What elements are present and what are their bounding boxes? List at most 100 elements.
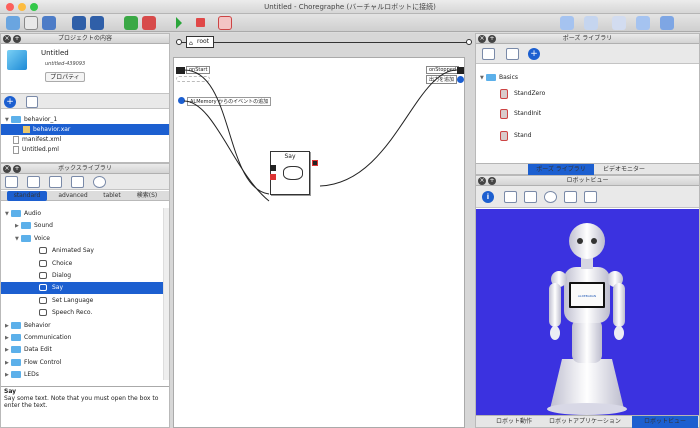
library-item[interactable]: Say — [1, 282, 163, 295]
root-breadcrumb[interactable]: ⌂ root — [186, 36, 214, 48]
box-icon — [39, 272, 47, 279]
float-panel-icon[interactable]: + — [488, 35, 496, 43]
library-item-label: Set Language — [52, 296, 94, 304]
close-panel-icon[interactable]: × — [3, 165, 11, 173]
robot-3d-viewport[interactable]: ALDEBARAN — [476, 209, 699, 417]
save-icon[interactable] — [42, 16, 56, 30]
settings-icon[interactable] — [660, 16, 674, 30]
speech-bubble-icon — [283, 166, 303, 180]
library-item[interactable]: Speech Reco. — [1, 307, 163, 319]
folder-icon — [11, 358, 21, 366]
float-panel-icon[interactable]: + — [488, 177, 496, 185]
tab-advanced[interactable]: advanced — [53, 191, 93, 201]
library-item-label: Choice — [52, 259, 73, 267]
library-item[interactable]: ▶ Data Edit — [1, 344, 163, 356]
library-item[interactable]: ▶ LEDs — [1, 369, 163, 381]
wake-up-icon[interactable] — [612, 16, 626, 30]
robot-pose-icon — [500, 88, 508, 99]
library-item-label: Sound — [34, 222, 53, 230]
camera-side-icon[interactable] — [524, 191, 537, 203]
library-item[interactable]: ▼ Audio — [1, 208, 163, 220]
xml-file-icon — [13, 135, 19, 144]
debug-warning-icon[interactable] — [218, 16, 232, 30]
tree-item-pml[interactable]: Untitled.pml — [1, 144, 169, 155]
import-box-icon[interactable] — [71, 176, 84, 188]
tab-video-monitor[interactable]: ビデオモニター — [596, 164, 652, 175]
wire-say-to-onstopped[interactable] — [319, 69, 458, 187]
tab-pose-library[interactable]: ポーズ ライブラリ — [528, 164, 594, 175]
wire-memory-to-say[interactable] — [183, 100, 270, 202]
new-library-icon[interactable] — [5, 176, 18, 188]
new-pose-folder-icon[interactable] — [506, 48, 519, 60]
camera-front-icon[interactable] — [504, 191, 517, 203]
box-icon — [39, 309, 47, 317]
tab-robot-applications[interactable]: ロボットアプリケーション — [542, 416, 628, 428]
tablet-logo-text: ALDEBARAN — [578, 294, 596, 298]
box-settings-icon[interactable] — [93, 176, 106, 188]
robot-view-header: × + ロボットビュー — [476, 176, 699, 186]
add-pose-icon[interactable]: + — [528, 48, 540, 60]
say-output-port[interactable] — [312, 160, 318, 166]
tab-standard[interactable]: standard — [7, 191, 47, 201]
box-icon — [39, 247, 47, 255]
float-panel-icon[interactable]: + — [13, 165, 21, 173]
close-panel-icon[interactable]: × — [3, 35, 11, 43]
minimize-window-button[interactable] — [18, 3, 26, 11]
folder-icon — [11, 371, 21, 379]
pose-folder-basics[interactable]: ▼ Basics — [476, 72, 699, 83]
library-item[interactable]: ▶ Sound — [1, 220, 163, 232]
robot-stiffness-icon[interactable] — [584, 16, 598, 30]
behavior-canvas[interactable]: onStart ALMemory からのイベントの追加 onStopped 出力… — [173, 57, 465, 428]
stop-icon[interactable] — [196, 18, 205, 27]
pose-item-standzero[interactable]: StandZero — [476, 88, 699, 99]
zoom-window-button[interactable] — [30, 3, 38, 11]
tab-search[interactable]: 検索(S) — [131, 191, 163, 201]
library-item-label: Animated Say — [52, 247, 94, 255]
say-onstart-port[interactable] — [270, 165, 276, 171]
volume-icon[interactable] — [560, 16, 574, 30]
wire-onstart-to-say[interactable] — [183, 69, 270, 195]
new-project-icon[interactable] — [6, 16, 20, 30]
library-item[interactable]: Choice — [1, 258, 163, 270]
library-item[interactable]: ▶ Behavior — [1, 320, 163, 332]
library-item[interactable]: Dialog — [1, 270, 163, 282]
library-scrollbar[interactable] — [163, 208, 169, 380]
open-library-icon[interactable] — [27, 176, 40, 188]
add-file-icon[interactable]: + — [4, 96, 16, 108]
view-settings-icon[interactable] — [544, 191, 557, 203]
float-panel-icon[interactable]: + — [13, 35, 21, 43]
folder-icon — [11, 321, 21, 329]
pose-item-standinit[interactable]: StandInit — [476, 108, 699, 119]
robot-head-icon[interactable] — [584, 191, 597, 203]
properties-button[interactable]: プロパティ — [45, 72, 85, 82]
pose-item-stand[interactable]: Stand — [476, 130, 699, 141]
close-window-button[interactable] — [6, 3, 14, 11]
camera-top-icon[interactable] — [564, 191, 577, 203]
info-icon[interactable]: i — [482, 191, 494, 203]
close-panel-icon[interactable]: × — [478, 177, 486, 185]
disconnect-icon[interactable] — [142, 16, 156, 30]
say-box[interactable]: Say — [270, 151, 310, 195]
redo-icon[interactable] — [90, 16, 104, 30]
open-pose-icon[interactable] — [482, 48, 495, 60]
connect-icon[interactable] — [124, 16, 138, 30]
library-item[interactable]: ▶ Communication — [1, 332, 163, 344]
close-panel-icon[interactable]: × — [478, 35, 486, 43]
tab-robot-view[interactable]: ロボットビュー — [632, 416, 698, 428]
robot-view-toolbar: i — [476, 186, 699, 208]
say-onstop-port[interactable] — [270, 174, 276, 180]
rest-icon[interactable] — [636, 16, 650, 30]
open-project-icon[interactable] — [24, 16, 38, 30]
library-item[interactable]: Set Language — [1, 295, 163, 307]
library-item-label: Communication — [24, 334, 72, 341]
tab-robot-motion[interactable]: ロボット動作 — [490, 416, 538, 428]
library-item[interactable]: ▶ Flow Control — [1, 357, 163, 369]
library-item[interactable]: Animated Say — [1, 245, 163, 257]
undo-icon[interactable] — [72, 16, 86, 30]
play-icon[interactable] — [176, 17, 182, 29]
new-box-icon[interactable] — [49, 176, 62, 188]
library-item[interactable]: ▼ Voice — [1, 233, 163, 245]
import-file-icon[interactable] — [26, 96, 38, 108]
tab-tablet[interactable]: tablet — [95, 191, 129, 201]
breadcrumb-line — [180, 42, 470, 43]
